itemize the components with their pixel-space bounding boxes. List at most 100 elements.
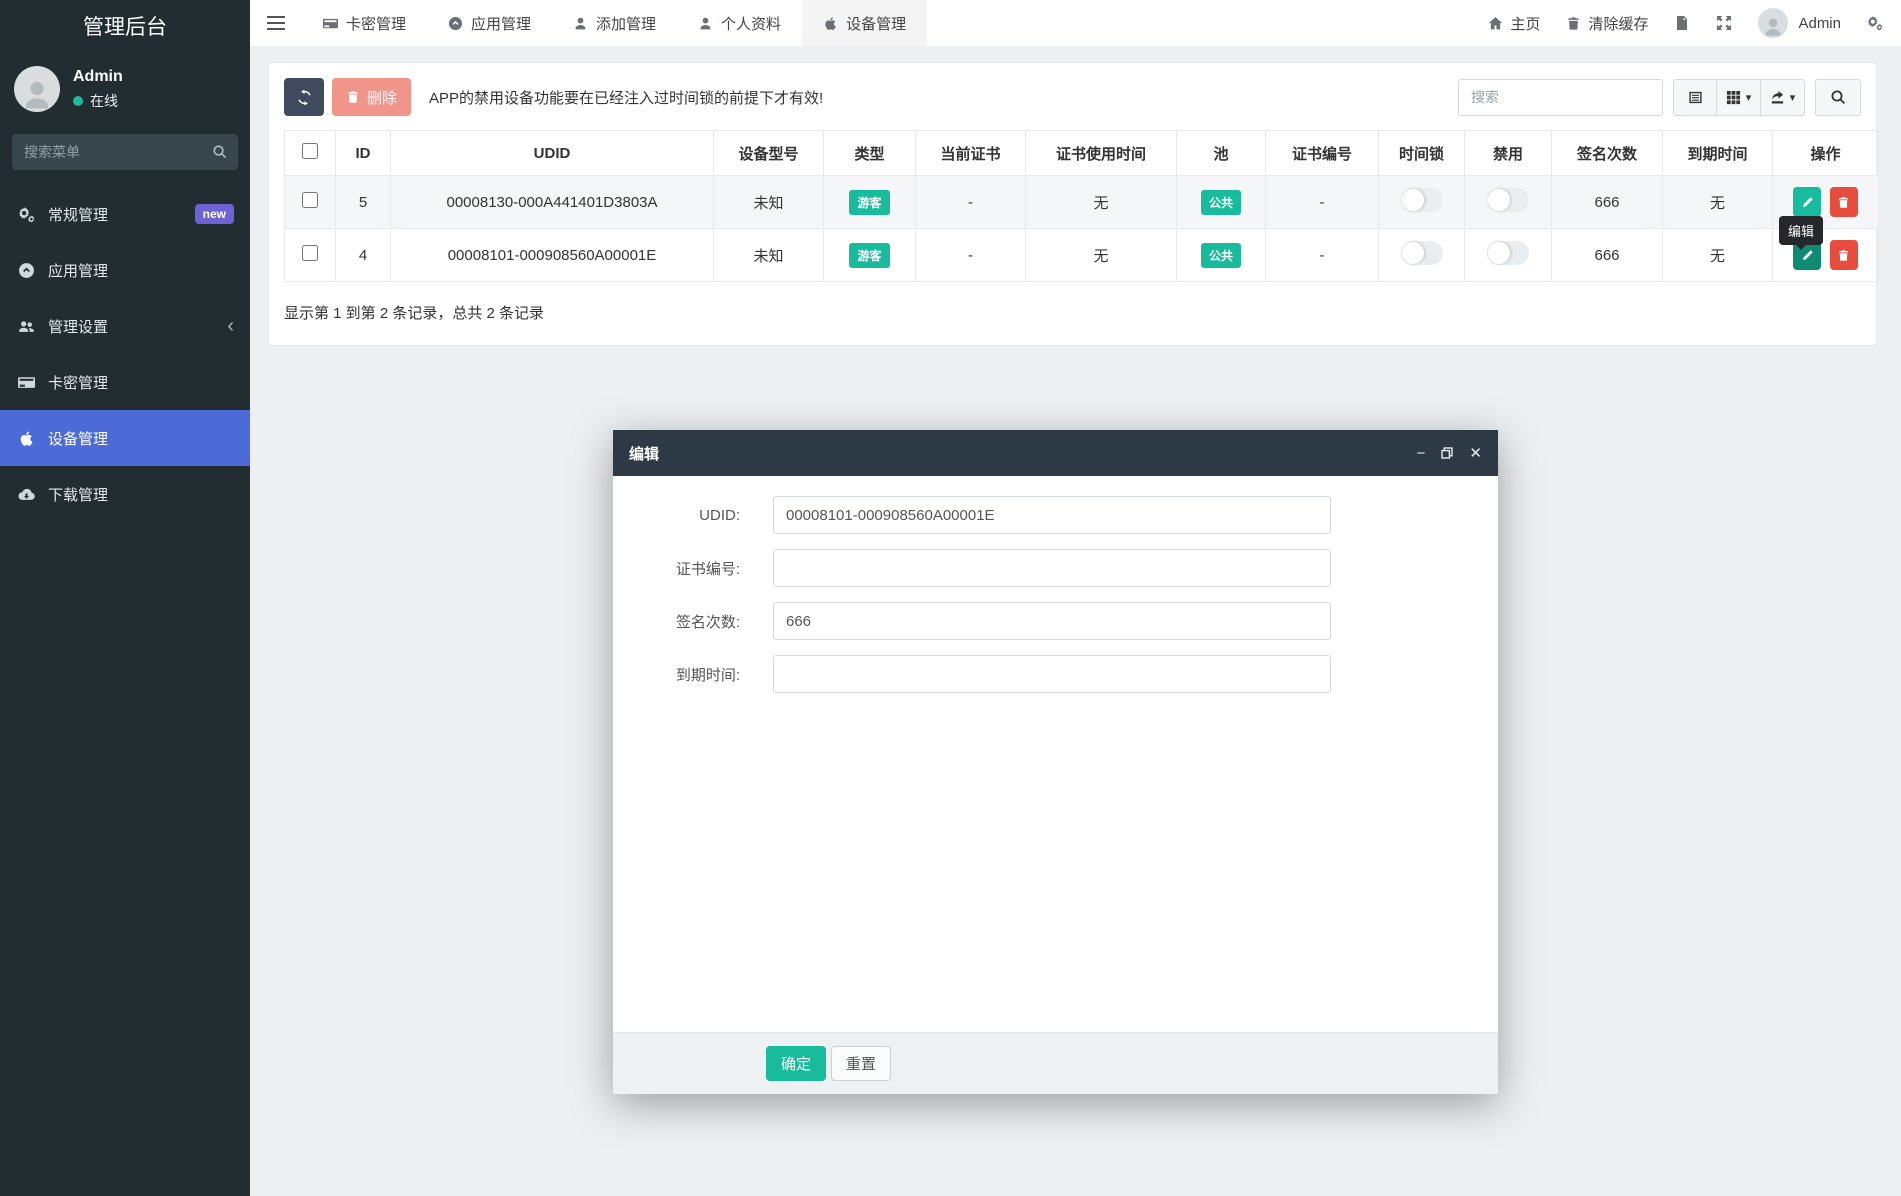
export-button[interactable]: ▾ bbox=[1761, 78, 1805, 116]
online-dot-icon bbox=[73, 95, 83, 106]
cell-pool: 公共 bbox=[1176, 175, 1266, 229]
select-all-checkbox[interactable] bbox=[302, 143, 318, 159]
udid-field[interactable] bbox=[773, 496, 1331, 534]
tab-label: 设备管理 bbox=[846, 15, 907, 33]
type-badge: 游客 bbox=[849, 242, 890, 268]
user-icon bbox=[698, 16, 713, 31]
new-badge: new bbox=[194, 204, 234, 224]
cell-disabled bbox=[1464, 228, 1552, 282]
sign-count-field[interactable] bbox=[773, 602, 1331, 640]
time-lock-toggle[interactable] bbox=[1400, 188, 1443, 212]
cell-sign-count: 666 bbox=[1551, 175, 1663, 229]
cell-cert-time: 无 bbox=[1025, 228, 1177, 282]
header-pool: 池 bbox=[1176, 130, 1266, 176]
window-controls: − ✕ bbox=[1417, 446, 1482, 461]
sidebar-item-admin-settings[interactable]: 管理设置 ‹ bbox=[0, 298, 250, 354]
modal-footer: 确定 重置 bbox=[613, 1032, 1498, 1094]
sidebar-item-devices[interactable]: 设备管理 bbox=[0, 410, 250, 466]
view-button-group: ▾ ▾ bbox=[1673, 78, 1805, 116]
table-toolbar: 删除 APP的禁用设备功能要在已经注入过时间锁的前提下才有效! ▾ ▾ bbox=[284, 78, 1861, 116]
row-checkbox[interactable] bbox=[302, 245, 318, 261]
sidebar-search-input[interactable] bbox=[12, 134, 238, 170]
sidebar-item-downloads[interactable]: 下载管理 bbox=[0, 466, 250, 522]
credit-card-icon bbox=[18, 374, 35, 391]
user-panel: Admin 在线 bbox=[0, 56, 250, 128]
header-id: ID bbox=[335, 130, 391, 176]
tab-cards[interactable]: 卡密管理 bbox=[302, 0, 427, 46]
cell-model: 未知 bbox=[713, 175, 824, 229]
topbar-user[interactable]: Admin bbox=[1758, 8, 1841, 38]
clear-cache-link[interactable]: 清除缓存 bbox=[1566, 13, 1648, 34]
confirm-button[interactable]: 确定 bbox=[766, 1046, 827, 1081]
trash-icon bbox=[1837, 249, 1850, 262]
close-icon[interactable]: ✕ bbox=[1469, 446, 1482, 461]
header-cert: 当前证书 bbox=[915, 130, 1026, 176]
sidebar-nav: 常规管理 new 应用管理 管理设置 ‹ 卡密管理 设备管理 下载管理 bbox=[0, 186, 250, 522]
user-status-label: 在线 bbox=[90, 92, 118, 109]
delete-row-button[interactable] bbox=[1829, 187, 1858, 217]
refresh-icon bbox=[297, 90, 312, 105]
gears-icon[interactable] bbox=[1867, 15, 1883, 31]
columns-grid-icon bbox=[1726, 90, 1741, 105]
sidebar-item-cards[interactable]: 卡密管理 bbox=[0, 354, 250, 410]
modal-title: 编辑 bbox=[629, 445, 660, 463]
modal-body: UDID: 证书编号: 签名次数: 到期时间: bbox=[613, 476, 1498, 1032]
table-header-row: ID UDID 设备型号 类型 当前证书 证书使用时间 池 证书编号 时间锁 禁… bbox=[284, 130, 1879, 176]
disable-toggle[interactable] bbox=[1487, 188, 1529, 212]
sidebar-item-label: 卡密管理 bbox=[48, 374, 109, 392]
hamburger-menu-icon[interactable] bbox=[250, 0, 302, 46]
tab-apps[interactable]: 应用管理 bbox=[427, 0, 552, 46]
edit-tooltip: 编辑 bbox=[1779, 216, 1824, 250]
app-circle-icon bbox=[18, 262, 35, 279]
cell-udid: 00008130-000A441401D3803A bbox=[390, 175, 714, 229]
home-link[interactable]: 主页 bbox=[1488, 13, 1540, 34]
edit-button[interactable] bbox=[1793, 187, 1822, 217]
cert-no-field[interactable] bbox=[773, 549, 1331, 587]
disable-toggle[interactable] bbox=[1487, 241, 1529, 265]
cell-expire: 无 bbox=[1662, 228, 1773, 282]
topbar: 卡密管理 应用管理 添加管理 个人资料 设备管理 主页 清除缓存 Admin bbox=[250, 0, 1901, 46]
app-title: 管理后台 bbox=[83, 16, 167, 39]
pencil-icon bbox=[1801, 249, 1814, 262]
reset-button[interactable]: 重置 bbox=[831, 1046, 892, 1081]
form-row: 签名次数: bbox=[643, 602, 1468, 640]
user-status: 在线 bbox=[73, 91, 123, 111]
sidebar: 管理后台 Admin 在线 常规管理 new 应用管理 bbox=[0, 0, 250, 1196]
detail-view-button[interactable] bbox=[1673, 78, 1717, 116]
refresh-button[interactable] bbox=[284, 78, 324, 116]
time-lock-toggle[interactable] bbox=[1400, 241, 1443, 265]
edit-modal: 编辑 − ✕ UDID: 证书编号: 签名次数: 到期时间: 确定 重置 bbox=[613, 430, 1498, 1094]
row-checkbox[interactable] bbox=[302, 192, 318, 208]
cell-cert-time: 无 bbox=[1025, 175, 1177, 229]
minimize-icon[interactable]: − bbox=[1417, 446, 1426, 461]
cell-disabled bbox=[1464, 175, 1552, 229]
modal-header[interactable]: 编辑 − ✕ bbox=[613, 430, 1498, 476]
delete-button[interactable]: 删除 bbox=[332, 78, 412, 116]
topbar-tabs: 卡密管理 应用管理 添加管理 个人资料 设备管理 bbox=[302, 0, 928, 46]
table-search-input[interactable] bbox=[1458, 78, 1663, 116]
header-disabled: 禁用 bbox=[1464, 130, 1552, 176]
doc-icon[interactable] bbox=[1674, 15, 1690, 31]
search-button[interactable] bbox=[1815, 78, 1861, 116]
tab-profile[interactable]: 个人资料 bbox=[677, 0, 802, 46]
table-row: 5 00008130-000A441401D3803A 未知 游客 - 无 公共… bbox=[284, 175, 1879, 229]
clear-cache-label: 清除缓存 bbox=[1588, 15, 1649, 33]
header-cert-time: 证书使用时间 bbox=[1025, 130, 1177, 176]
header-sign-count: 签名次数 bbox=[1551, 130, 1663, 176]
sidebar-item-label: 应用管理 bbox=[48, 262, 109, 280]
header-time-lock: 时间锁 bbox=[1378, 130, 1465, 176]
sidebar-item-apps[interactable]: 应用管理 bbox=[0, 242, 250, 298]
delete-row-button[interactable] bbox=[1829, 240, 1858, 270]
sidebar-item-general[interactable]: 常规管理 new bbox=[0, 186, 250, 242]
tab-devices[interactable]: 设备管理 bbox=[802, 0, 928, 46]
fullscreen-icon[interactable] bbox=[1716, 15, 1732, 31]
expire-field[interactable] bbox=[773, 655, 1331, 693]
maximize-icon[interactable] bbox=[1441, 447, 1453, 459]
tab-add-admin[interactable]: 添加管理 bbox=[552, 0, 677, 46]
columns-button[interactable]: ▾ bbox=[1717, 78, 1761, 116]
udid-label: UDID: bbox=[699, 506, 740, 524]
apple-icon bbox=[18, 430, 35, 447]
header-udid: UDID bbox=[390, 130, 714, 176]
table-row: 4 00008101-000908560A00001E 未知 游客 - 无 公共… bbox=[284, 228, 1879, 282]
